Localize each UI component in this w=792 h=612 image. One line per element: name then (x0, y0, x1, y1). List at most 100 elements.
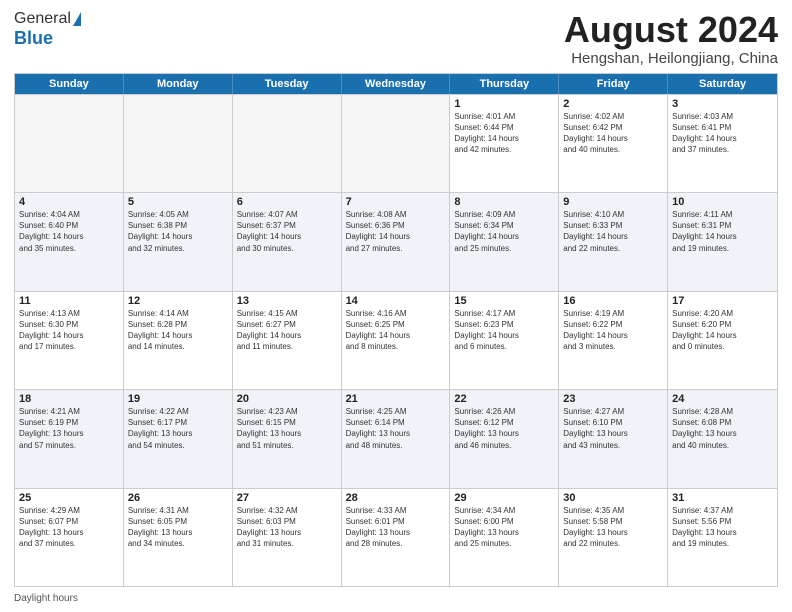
day-number: 15 (454, 295, 554, 307)
day-info: Sunrise: 4:19 AM Sunset: 6:22 PM Dayligh… (563, 308, 663, 353)
calendar-cell: 9Sunrise: 4:10 AM Sunset: 6:33 PM Daylig… (559, 193, 668, 290)
day-number: 29 (454, 492, 554, 504)
logo: General Blue (14, 10, 81, 49)
day-info: Sunrise: 4:34 AM Sunset: 6:00 PM Dayligh… (454, 505, 554, 550)
day-info: Sunrise: 4:31 AM Sunset: 6:05 PM Dayligh… (128, 505, 228, 550)
calendar-cell: 12Sunrise: 4:14 AM Sunset: 6:28 PM Dayli… (124, 292, 233, 389)
calendar-cell: 25Sunrise: 4:29 AM Sunset: 6:07 PM Dayli… (15, 489, 124, 586)
day-number: 6 (237, 196, 337, 208)
calendar-cell (124, 95, 233, 192)
day-number: 11 (19, 295, 119, 307)
calendar-cell: 20Sunrise: 4:23 AM Sunset: 6:15 PM Dayli… (233, 390, 342, 487)
day-info: Sunrise: 4:29 AM Sunset: 6:07 PM Dayligh… (19, 505, 119, 550)
calendar-cell: 8Sunrise: 4:09 AM Sunset: 6:34 PM Daylig… (450, 193, 559, 290)
calendar-cell (233, 95, 342, 192)
day-number: 4 (19, 196, 119, 208)
calendar-cell: 31Sunrise: 4:37 AM Sunset: 5:56 PM Dayli… (668, 489, 777, 586)
title-block: August 2024 Hengshan, Heilongjiang, Chin… (564, 10, 778, 67)
calendar-cell: 16Sunrise: 4:19 AM Sunset: 6:22 PM Dayli… (559, 292, 668, 389)
day-info: Sunrise: 4:37 AM Sunset: 5:56 PM Dayligh… (672, 505, 773, 550)
day-number: 19 (128, 393, 228, 405)
day-number: 30 (563, 492, 663, 504)
calendar-cell: 23Sunrise: 4:27 AM Sunset: 6:10 PM Dayli… (559, 390, 668, 487)
day-number: 28 (346, 492, 446, 504)
day-info: Sunrise: 4:14 AM Sunset: 6:28 PM Dayligh… (128, 308, 228, 353)
calendar: SundayMondayTuesdayWednesdayThursdayFrid… (14, 73, 778, 587)
day-info: Sunrise: 4:17 AM Sunset: 6:23 PM Dayligh… (454, 308, 554, 353)
day-info: Sunrise: 4:08 AM Sunset: 6:36 PM Dayligh… (346, 209, 446, 254)
day-info: Sunrise: 4:15 AM Sunset: 6:27 PM Dayligh… (237, 308, 337, 353)
calendar-cell: 28Sunrise: 4:33 AM Sunset: 6:01 PM Dayli… (342, 489, 451, 586)
header: General Blue August 2024 Hengshan, Heilo… (14, 10, 778, 67)
calendar-cell: 2Sunrise: 4:02 AM Sunset: 6:42 PM Daylig… (559, 95, 668, 192)
calendar-header-cell: Saturday (668, 74, 777, 94)
day-number: 18 (19, 393, 119, 405)
calendar-row: 25Sunrise: 4:29 AM Sunset: 6:07 PM Dayli… (15, 488, 777, 586)
day-info: Sunrise: 4:23 AM Sunset: 6:15 PM Dayligh… (237, 406, 337, 451)
calendar-header-cell: Monday (124, 74, 233, 94)
day-number: 16 (563, 295, 663, 307)
day-number: 22 (454, 393, 554, 405)
day-info: Sunrise: 4:20 AM Sunset: 6:20 PM Dayligh… (672, 308, 773, 353)
day-number: 21 (346, 393, 446, 405)
calendar-cell: 29Sunrise: 4:34 AM Sunset: 6:00 PM Dayli… (450, 489, 559, 586)
day-number: 9 (563, 196, 663, 208)
calendar-cell: 1Sunrise: 4:01 AM Sunset: 6:44 PM Daylig… (450, 95, 559, 192)
day-info: Sunrise: 4:03 AM Sunset: 6:41 PM Dayligh… (672, 111, 773, 156)
calendar-cell: 4Sunrise: 4:04 AM Sunset: 6:40 PM Daylig… (15, 193, 124, 290)
calendar-cell: 17Sunrise: 4:20 AM Sunset: 6:20 PM Dayli… (668, 292, 777, 389)
day-info: Sunrise: 4:27 AM Sunset: 6:10 PM Dayligh… (563, 406, 663, 451)
calendar-cell: 14Sunrise: 4:16 AM Sunset: 6:25 PM Dayli… (342, 292, 451, 389)
calendar-cell (342, 95, 451, 192)
day-info: Sunrise: 4:26 AM Sunset: 6:12 PM Dayligh… (454, 406, 554, 451)
day-number: 10 (672, 196, 773, 208)
calendar-cell: 18Sunrise: 4:21 AM Sunset: 6:19 PM Dayli… (15, 390, 124, 487)
calendar-header-cell: Wednesday (342, 74, 451, 94)
day-info: Sunrise: 4:01 AM Sunset: 6:44 PM Dayligh… (454, 111, 554, 156)
day-info: Sunrise: 4:35 AM Sunset: 5:58 PM Dayligh… (563, 505, 663, 550)
day-number: 12 (128, 295, 228, 307)
day-number: 27 (237, 492, 337, 504)
day-info: Sunrise: 4:32 AM Sunset: 6:03 PM Dayligh… (237, 505, 337, 550)
calendar-cell: 24Sunrise: 4:28 AM Sunset: 6:08 PM Dayli… (668, 390, 777, 487)
logo-triangle-icon (73, 12, 81, 26)
calendar-body: 1Sunrise: 4:01 AM Sunset: 6:44 PM Daylig… (15, 94, 777, 586)
calendar-row: 11Sunrise: 4:13 AM Sunset: 6:30 PM Dayli… (15, 291, 777, 389)
calendar-cell: 10Sunrise: 4:11 AM Sunset: 6:31 PM Dayli… (668, 193, 777, 290)
day-number: 13 (237, 295, 337, 307)
day-info: Sunrise: 4:02 AM Sunset: 6:42 PM Dayligh… (563, 111, 663, 156)
day-info: Sunrise: 4:10 AM Sunset: 6:33 PM Dayligh… (563, 209, 663, 254)
day-number: 14 (346, 295, 446, 307)
day-number: 24 (672, 393, 773, 405)
day-info: Sunrise: 4:05 AM Sunset: 6:38 PM Dayligh… (128, 209, 228, 254)
calendar-cell: 13Sunrise: 4:15 AM Sunset: 6:27 PM Dayli… (233, 292, 342, 389)
day-number: 20 (237, 393, 337, 405)
calendar-cell: 30Sunrise: 4:35 AM Sunset: 5:58 PM Dayli… (559, 489, 668, 586)
calendar-header: SundayMondayTuesdayWednesdayThursdayFrid… (15, 74, 777, 94)
calendar-cell: 5Sunrise: 4:05 AM Sunset: 6:38 PM Daylig… (124, 193, 233, 290)
calendar-header-cell: Tuesday (233, 74, 342, 94)
calendar-cell: 11Sunrise: 4:13 AM Sunset: 6:30 PM Dayli… (15, 292, 124, 389)
day-number: 26 (128, 492, 228, 504)
calendar-cell: 22Sunrise: 4:26 AM Sunset: 6:12 PM Dayli… (450, 390, 559, 487)
day-info: Sunrise: 4:22 AM Sunset: 6:17 PM Dayligh… (128, 406, 228, 451)
calendar-row: 18Sunrise: 4:21 AM Sunset: 6:19 PM Dayli… (15, 389, 777, 487)
day-info: Sunrise: 4:13 AM Sunset: 6:30 PM Dayligh… (19, 308, 119, 353)
logo-general-text: General (14, 10, 71, 28)
day-number: 31 (672, 492, 773, 504)
calendar-row: 1Sunrise: 4:01 AM Sunset: 6:44 PM Daylig… (15, 94, 777, 192)
day-info: Sunrise: 4:25 AM Sunset: 6:14 PM Dayligh… (346, 406, 446, 451)
calendar-cell: 19Sunrise: 4:22 AM Sunset: 6:17 PM Dayli… (124, 390, 233, 487)
day-info: Sunrise: 4:09 AM Sunset: 6:34 PM Dayligh… (454, 209, 554, 254)
day-info: Sunrise: 4:33 AM Sunset: 6:01 PM Dayligh… (346, 505, 446, 550)
day-info: Sunrise: 4:04 AM Sunset: 6:40 PM Dayligh… (19, 209, 119, 254)
calendar-header-cell: Friday (559, 74, 668, 94)
day-info: Sunrise: 4:28 AM Sunset: 6:08 PM Dayligh… (672, 406, 773, 451)
calendar-header-cell: Sunday (15, 74, 124, 94)
day-number: 8 (454, 196, 554, 208)
day-number: 1 (454, 98, 554, 110)
calendar-cell: 7Sunrise: 4:08 AM Sunset: 6:36 PM Daylig… (342, 193, 451, 290)
calendar-cell (15, 95, 124, 192)
day-number: 3 (672, 98, 773, 110)
calendar-cell: 6Sunrise: 4:07 AM Sunset: 6:37 PM Daylig… (233, 193, 342, 290)
